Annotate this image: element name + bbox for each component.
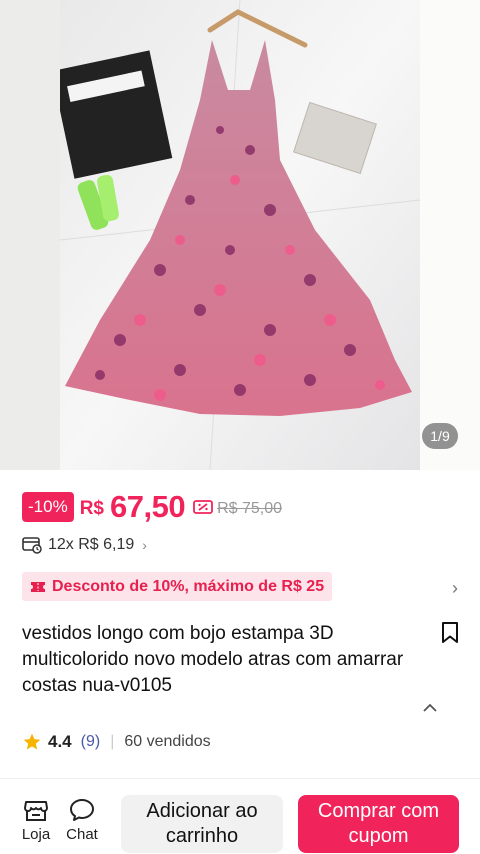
promo-text: Desconto de 10%, máximo de R$ 25 xyxy=(52,577,325,595)
rating-count[interactable]: (9) xyxy=(81,733,101,751)
star-icon xyxy=(22,732,42,752)
coupon-icon xyxy=(193,499,213,515)
divider xyxy=(0,778,480,779)
add-to-cart-button[interactable]: Adicionar ao carrinho xyxy=(121,795,283,853)
price-row: -10% R$ 67,50 R$ 75,00 xyxy=(22,489,282,524)
chat-label: Chat xyxy=(66,826,98,843)
price-currency: R$ xyxy=(79,498,104,519)
bottom-action-bar: Loja Chat Adicionar ao carrinho Comprar … xyxy=(0,784,480,854)
store-icon xyxy=(16,796,56,824)
bookmark-icon[interactable] xyxy=(440,621,460,650)
chat-icon xyxy=(62,796,102,824)
discount-badge: -10% xyxy=(22,492,74,522)
chevron-up-icon[interactable] xyxy=(422,700,438,718)
rating-row[interactable]: 4.4 (9) | 60 vendidos xyxy=(22,730,211,754)
installment-card-icon xyxy=(22,536,42,554)
original-price: R$ 75,00 xyxy=(217,500,282,517)
gallery-prev-edge xyxy=(0,0,60,470)
buy-with-coupon-label: Comprar com cupom xyxy=(317,800,440,847)
rating-separator: | xyxy=(110,733,115,750)
product-image-gallery[interactable]: 1/9 xyxy=(0,0,480,470)
chat-button[interactable]: Chat xyxy=(62,796,102,843)
promo-discount-banner[interactable]: Desconto de 10%, máximo de R$ 25 xyxy=(22,572,333,601)
installments-text: 12x R$ 6,19 xyxy=(48,536,135,553)
installments-row[interactable]: 12x R$ 6,19 › xyxy=(22,534,147,556)
add-to-cart-label: Adicionar ao carrinho xyxy=(146,800,258,847)
promo-chevron-right-icon[interactable]: › xyxy=(452,578,458,599)
store-label: Loja xyxy=(21,826,51,843)
product-title: vestidos longo com bojo estampa 3D multi… xyxy=(22,623,404,696)
ticket-icon xyxy=(30,580,46,594)
sold-count: 60 vendidos xyxy=(124,733,211,750)
chevron-right-icon: › xyxy=(142,537,147,553)
buy-with-coupon-button[interactable]: Comprar com cupom xyxy=(298,795,459,853)
gallery-counter: 1/9 xyxy=(422,423,458,449)
current-price: 67,50 xyxy=(109,489,186,524)
gallery-next-edge xyxy=(420,0,480,470)
store-button[interactable]: Loja xyxy=(16,796,56,843)
product-photo xyxy=(60,0,420,470)
rating-score: 4.4 xyxy=(48,732,72,751)
